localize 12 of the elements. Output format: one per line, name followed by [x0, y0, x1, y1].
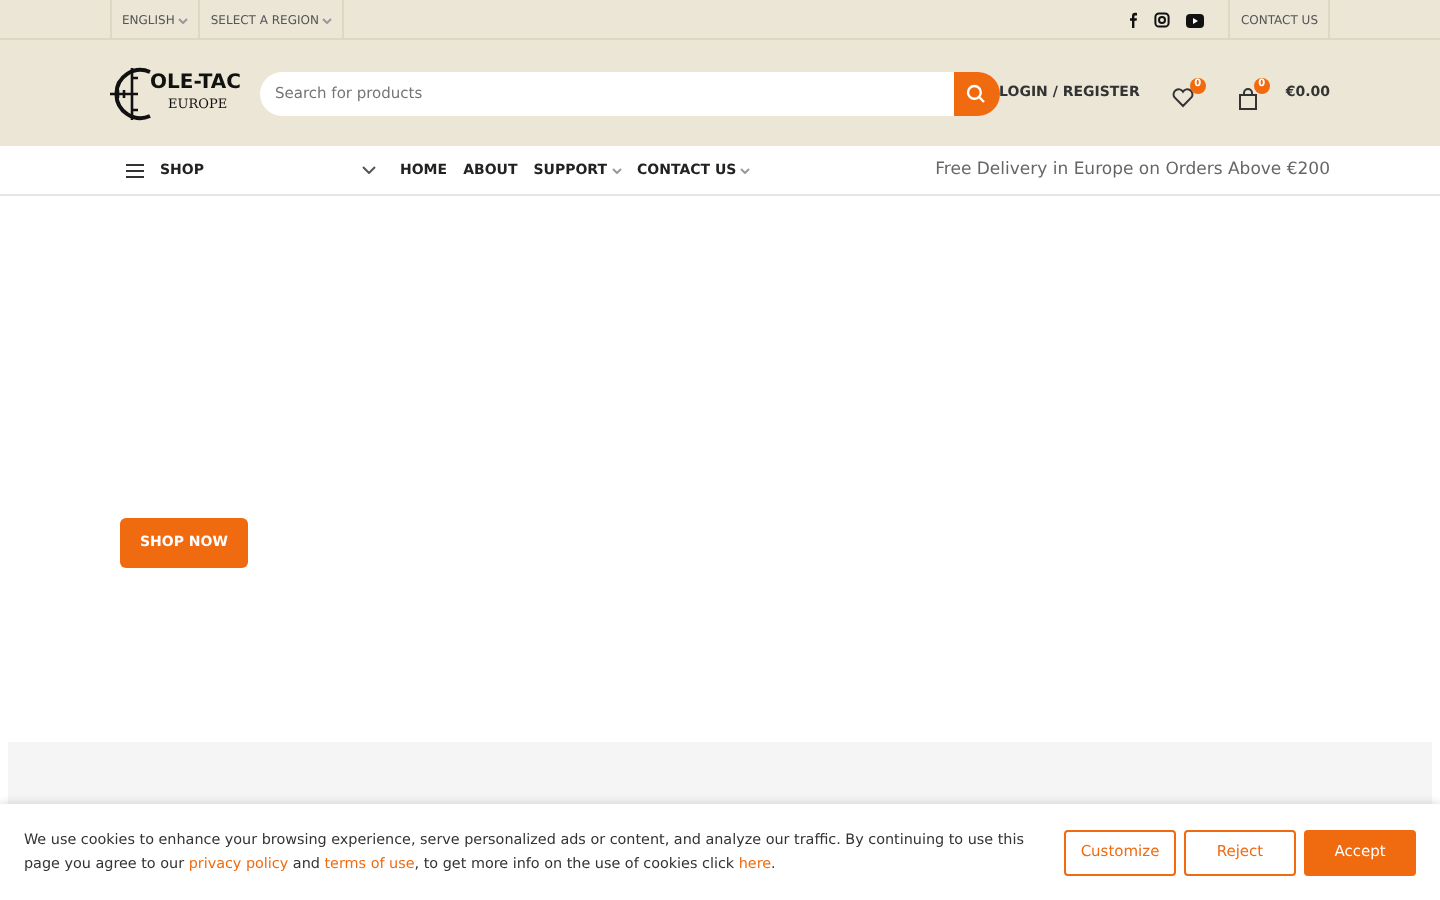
caret-icon [322, 17, 333, 23]
bag-icon [1237, 87, 1258, 109]
caret-icon [178, 17, 189, 23]
menu-icon [126, 163, 144, 177]
search-button[interactable] [953, 71, 1000, 115]
instagram-icon[interactable] [1154, 12, 1171, 28]
chevron-icon [362, 166, 376, 174]
heart-icon [1171, 88, 1194, 108]
facebook-icon[interactable] [1128, 12, 1139, 28]
promo-text: Free Delivery in Europe on Orders Above €200 [935, 157, 1330, 183]
search-icon [966, 83, 987, 103]
youtube-icon[interactable] [1186, 13, 1205, 27]
